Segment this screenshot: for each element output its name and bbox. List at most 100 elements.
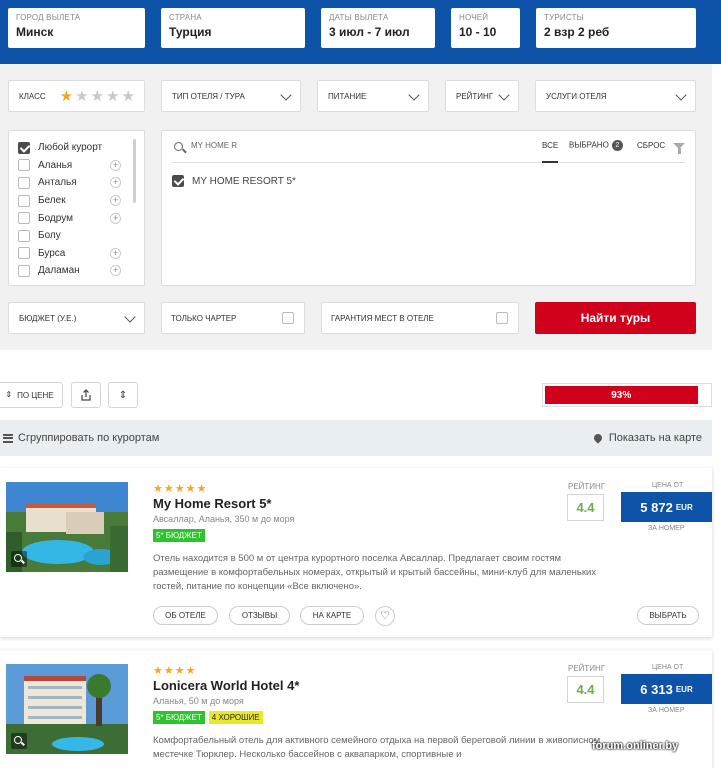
sort-by-price-button[interactable]: ⇕ ПО ЦЕНЕ [0, 382, 63, 408]
charter-only-label: ТОЛЬКО ЧАРТЕР [171, 313, 237, 323]
expand-plus-icon[interactable]: + [110, 195, 121, 207]
hotel-stars: ★★★★★ [153, 483, 208, 495]
resort-item[interactable]: Даламан + [18, 262, 135, 280]
guaranteed-rooms-toggle[interactable]: ГАРАНТИЯ МЕСТ В ОТЕЛЕ [321, 302, 519, 334]
sort-order-button[interactable]: ⇕ [108, 382, 138, 408]
class-star-1-icon[interactable]: ★ [60, 89, 73, 104]
resort-item[interactable]: Аланья + [18, 157, 135, 175]
zoom-icon[interactable] [11, 551, 27, 567]
nights-field[interactable]: НОЧЕЙ 10 - 10 [451, 8, 520, 48]
price-box[interactable]: 6 313 EUR [621, 674, 712, 704]
country-label: СТРАНА [169, 13, 202, 22]
expand-plus-icon[interactable]: + [110, 265, 121, 277]
hotel-search-input[interactable] [191, 141, 431, 150]
hotel-card: ★★★★★ My Home Resort 5* Авсаллар, Аланья… [0, 468, 712, 637]
hotel-tags: 5* БЮДЖЕТ [153, 529, 205, 542]
resort-label: Анталья [38, 177, 77, 189]
tourists-value: 2 взр 2 реб [544, 25, 610, 39]
guaranteed-rooms-checkbox[interactable] [496, 312, 508, 324]
class-star-5-icon[interactable]: ★ [121, 89, 134, 104]
class-star-4-icon[interactable]: ★ [106, 89, 119, 104]
chevron-down-icon [408, 89, 420, 101]
resort-item[interactable]: Бодрум + [18, 209, 135, 227]
about-hotel-button[interactable]: ОБ ОТЕЛЕ [153, 606, 218, 625]
charter-only-checkbox[interactable] [282, 312, 294, 324]
resort-checkbox[interactable] [18, 247, 30, 260]
resort-checkbox[interactable] [18, 176, 30, 189]
meal-label: ПИТАНИЕ [328, 91, 367, 101]
class-star-2-icon[interactable]: ★ [75, 89, 88, 104]
price-value: 6 313 [640, 681, 673, 697]
choose-button[interactable]: ВЫБРАТЬ [637, 606, 699, 625]
tag-budget: 5* БЮДЖЕТ [153, 529, 205, 542]
selected-hotel-row[interactable]: MY HOME RESORT 5* [172, 175, 296, 187]
hotel-photo[interactable] [6, 664, 128, 754]
resort-checkbox[interactable] [18, 212, 30, 225]
resort-label: Любой курорт [38, 142, 103, 154]
per-room-label: ЗА НОМЕР [648, 707, 685, 714]
show-on-map-link[interactable]: Показать на карте [592, 432, 702, 444]
resort-checkbox[interactable] [18, 264, 30, 277]
expand-plus-icon[interactable]: + [110, 177, 121, 189]
resort-item[interactable]: Белек + [18, 192, 135, 210]
chevron-down-icon [675, 89, 687, 101]
resort-item[interactable]: Любой курорт [18, 139, 135, 157]
rating-label: РЕЙТИНГ [568, 482, 606, 491]
expand-plus-icon[interactable]: + [110, 247, 121, 259]
rating-select[interactable]: РЕЙТИНГ [445, 80, 519, 112]
budget-select[interactable]: БЮДЖЕТ (У.Е.) [8, 302, 145, 334]
resort-item[interactable]: Бурса + [18, 245, 135, 263]
price-box[interactable]: 5 872 EUR [621, 492, 712, 522]
resort-label: Бурса [38, 247, 66, 259]
resort-checkbox[interactable] [18, 229, 30, 242]
resort-checkbox[interactable] [18, 141, 30, 154]
departure-city-label: ГОРОД ВЫЛЕТА [16, 13, 81, 22]
favorite-heart-icon[interactable]: ♡ [375, 606, 395, 626]
hotel-description: Отель находится в 500 м от центра курорт… [153, 553, 597, 592]
expand-plus-icon[interactable]: + [110, 159, 121, 171]
chevron-down-icon [280, 89, 292, 101]
services-select[interactable]: УСЛУГИ ОТЕЛЯ [535, 80, 696, 112]
price-from-label: ЦЕНА ОТ [652, 482, 684, 489]
meal-select[interactable]: ПИТАНИЕ [317, 80, 429, 112]
charter-only-toggle[interactable]: ТОЛЬКО ЧАРТЕР [161, 302, 305, 334]
price-from-label: ЦЕНА ОТ [652, 664, 684, 671]
zoom-icon[interactable] [11, 733, 27, 749]
expand-plus-icon[interactable]: + [110, 212, 121, 224]
nights-label: НОЧЕЙ [459, 13, 489, 22]
reviews-button[interactable]: ОТЗЫВЫ [229, 606, 290, 625]
tourists-field[interactable]: ТУРИСТЫ 2 взр 2 реб [536, 8, 696, 48]
rating-label: РЕЙТИНГ [568, 664, 606, 673]
departure-city-field[interactable]: ГОРОД ВЫЛЕТА Минск [8, 8, 145, 48]
hotel-name[interactable]: My Home Resort 5* [153, 496, 271, 511]
hotel-photo[interactable] [6, 482, 128, 572]
filter-funnel-icon[interactable] [673, 143, 685, 154]
watermark: forum.onliner.by [592, 740, 679, 752]
selected-count-badge: 2 [611, 140, 623, 151]
filter-panel: КЛАСС ★ ★ ★ ★ ★ ТИП ОТЕЛЯ / ТУРА ПИТАНИЕ… [0, 64, 712, 350]
hotel-class-filter[interactable]: КЛАСС ★ ★ ★ ★ ★ [8, 80, 145, 112]
per-room-label: ЗА НОМЕР [648, 525, 685, 532]
resort-item[interactable]: Болу [18, 227, 135, 245]
selected-hotel-checkbox[interactable] [172, 175, 184, 187]
search-progress-bar: 93% [542, 383, 712, 407]
class-stars: ★ ★ ★ ★ ★ [60, 89, 135, 104]
hotel-name[interactable]: Lonicera World Hotel 4* [153, 678, 299, 693]
hotel-search-row: ВСЕ ВЫБРАНО2 СБРОС [172, 131, 685, 163]
resort-item[interactable]: Анталья + [18, 174, 135, 192]
share-button[interactable] [71, 382, 101, 408]
reset-button[interactable]: СБРОС [637, 141, 665, 150]
hotel-type-select[interactable]: ТИП ОТЕЛЯ / ТУРА [161, 80, 301, 112]
dates-field[interactable]: ДАТЫ ВЫЛЕТА 3 июл - 7 июл [321, 8, 435, 48]
country-field[interactable]: СТРАНА Турция [161, 8, 305, 48]
tab-selected[interactable]: ВЫБРАНО 2 [569, 140, 623, 151]
tab-all[interactable]: ВСЕ [542, 141, 559, 163]
find-tours-button[interactable]: Найти туры [535, 302, 696, 334]
resort-label: Белек [38, 195, 66, 207]
on-map-button[interactable]: НА КАРТЕ [300, 606, 364, 625]
resort-checkbox[interactable] [18, 159, 30, 172]
tag-good: 4 ХОРОШИЕ [208, 711, 263, 724]
resort-checkbox[interactable] [18, 194, 30, 207]
class-star-3-icon[interactable]: ★ [91, 89, 104, 104]
group-by-resort-toggle[interactable]: Сгруппировать по курортам [3, 432, 159, 444]
